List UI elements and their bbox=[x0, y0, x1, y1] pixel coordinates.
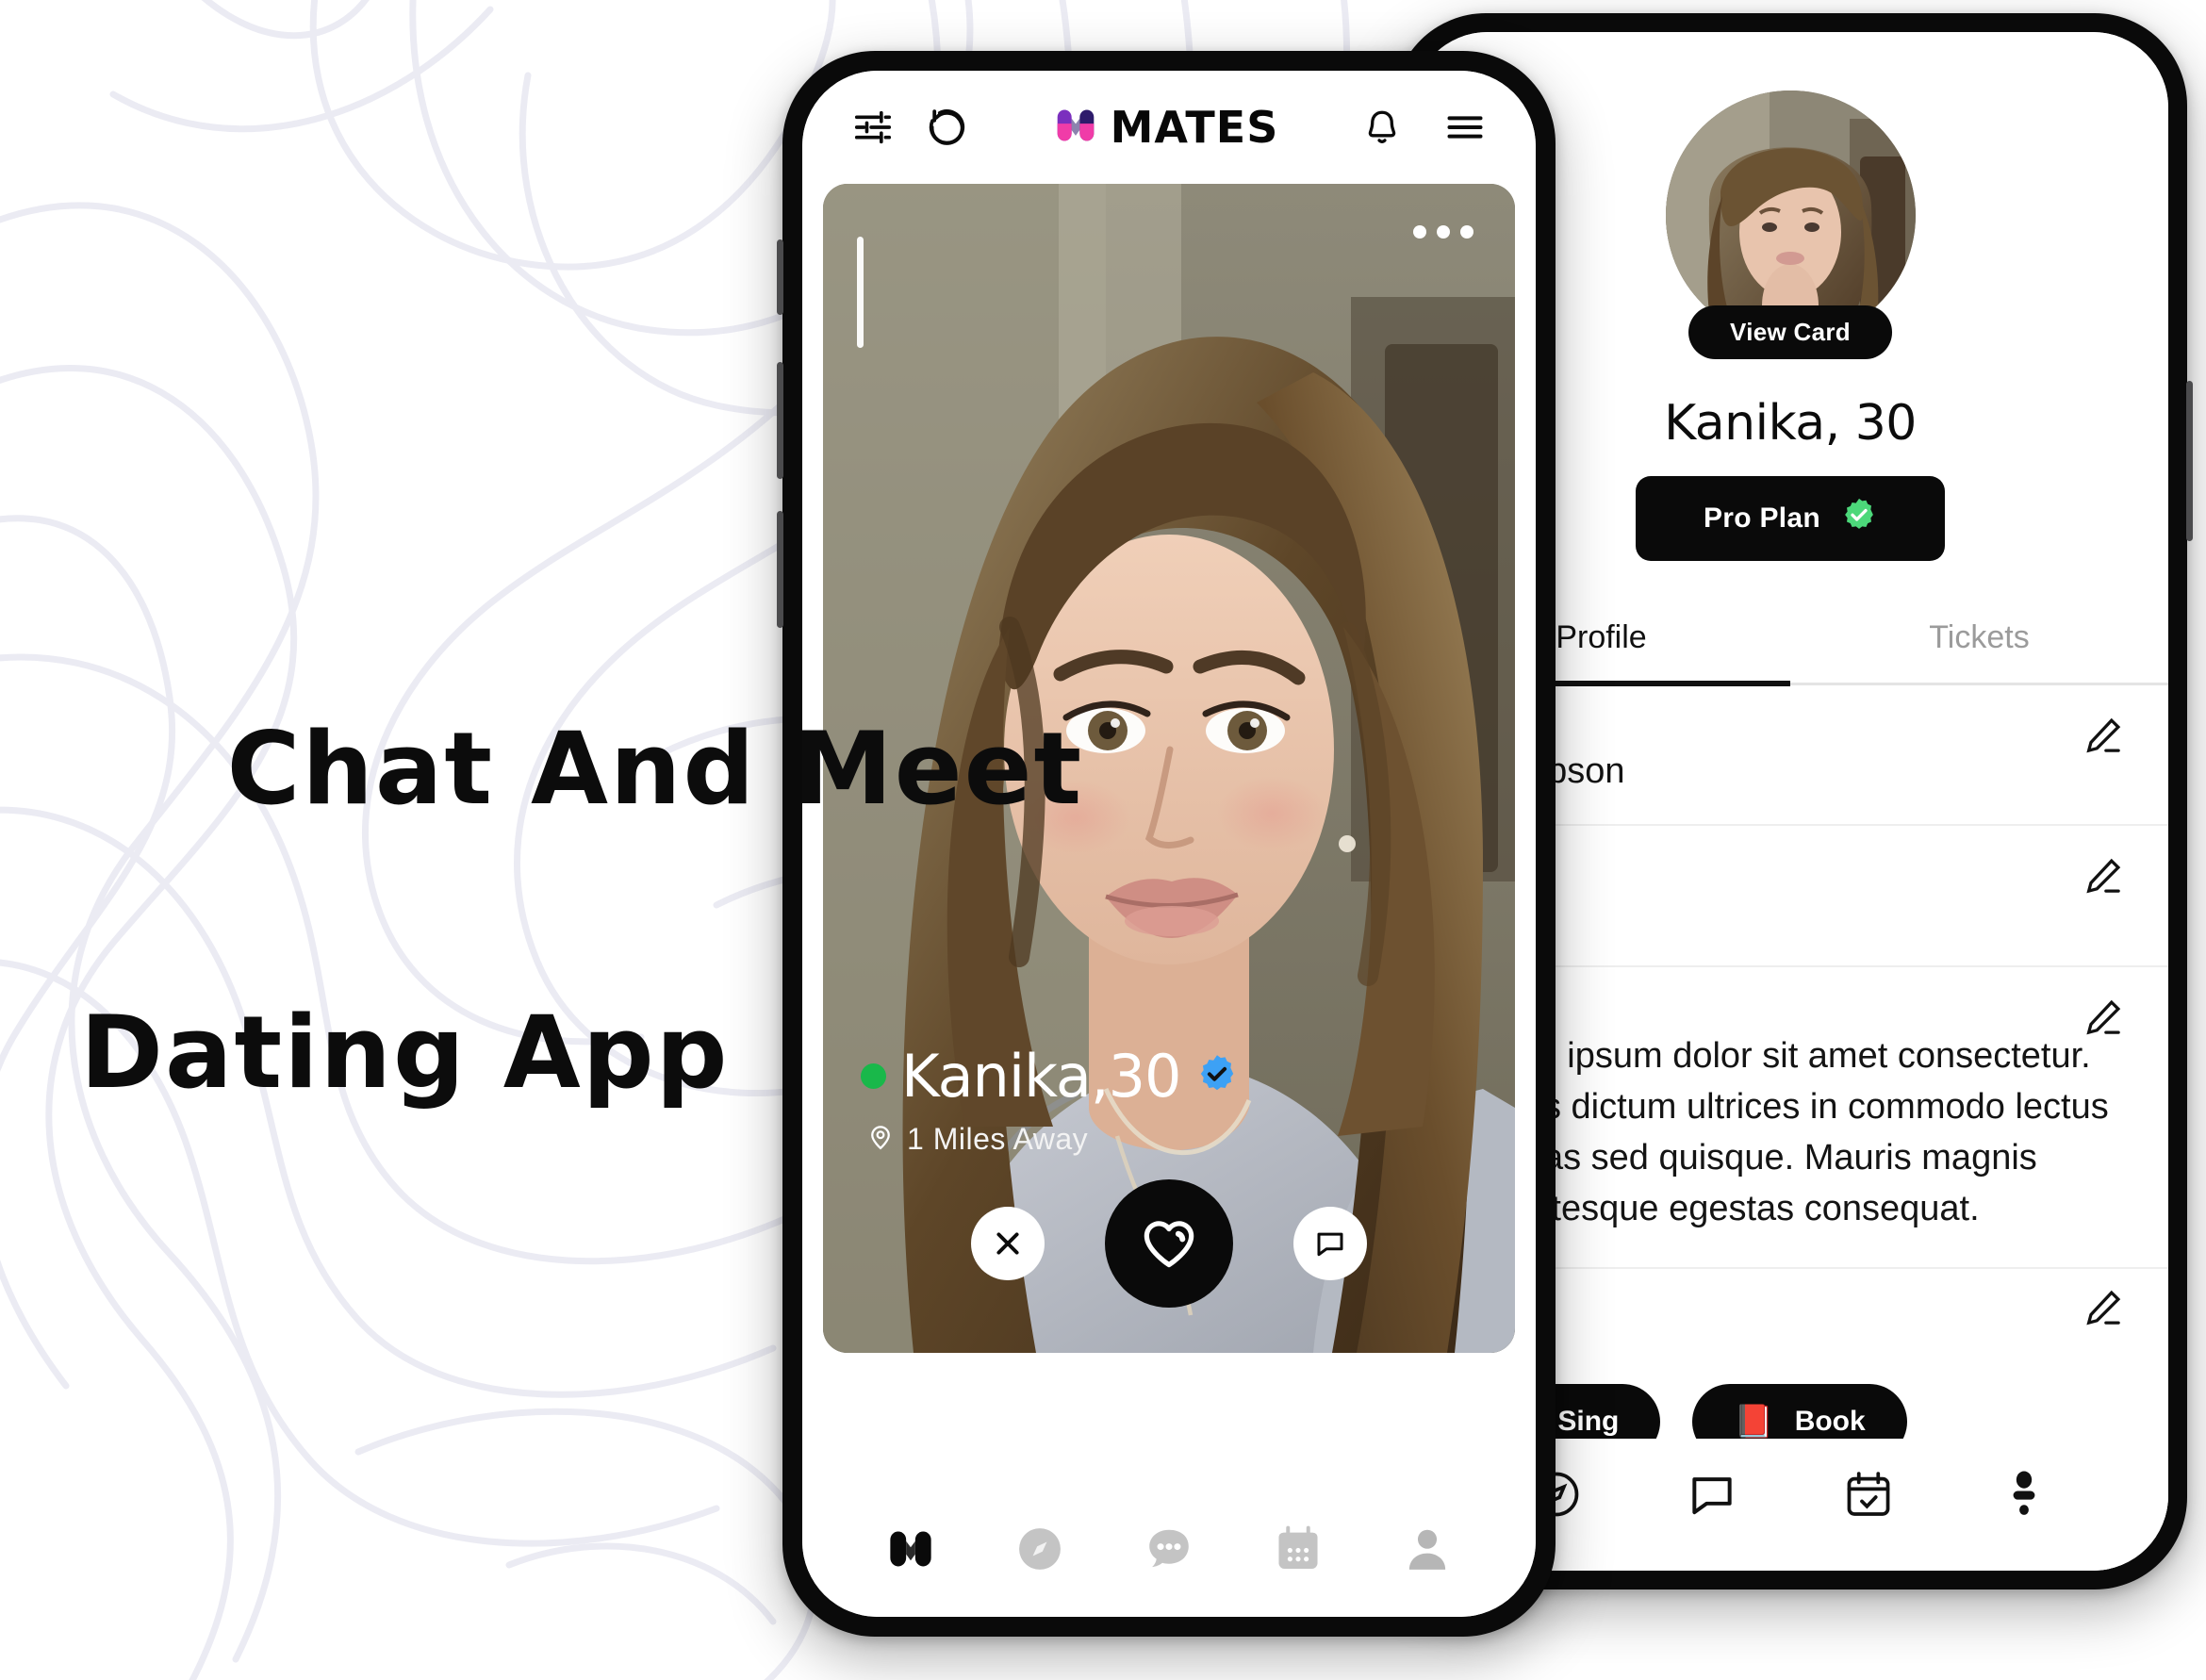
more-options-icon[interactable] bbox=[1413, 225, 1473, 239]
message-button[interactable] bbox=[1293, 1207, 1367, 1280]
profile-bio-text: Lorem ipsum dolor sit amet consectetur. … bbox=[1456, 1036, 2109, 1228]
like-button[interactable] bbox=[1105, 1179, 1233, 1308]
tab-events[interactable] bbox=[1264, 1515, 1332, 1583]
interest-chip-book-label: Book bbox=[1794, 1405, 1866, 1437]
power-button[interactable] bbox=[2186, 381, 2193, 541]
brand-lockup: MATES bbox=[976, 102, 1355, 154]
avatar-block: View Card bbox=[1665, 91, 1916, 359]
undo-icon[interactable] bbox=[921, 100, 976, 155]
edit-pencil-icon[interactable] bbox=[2082, 714, 2125, 762]
profile-field-name-value: Thompson bbox=[1456, 751, 2129, 792]
mute-switch-button[interactable] bbox=[777, 239, 783, 315]
header-actions bbox=[1355, 100, 1492, 155]
front-phone-bottom-nav bbox=[802, 1496, 1536, 1617]
view-card-button[interactable]: View Card bbox=[1688, 305, 1892, 359]
edit-pencil-icon[interactable] bbox=[2082, 1286, 2125, 1334]
avatar[interactable] bbox=[1665, 91, 1916, 340]
tab-profile[interactable] bbox=[1393, 1515, 1461, 1583]
avatar-image bbox=[1665, 91, 1916, 340]
tab-explore[interactable] bbox=[1006, 1515, 1074, 1583]
page-title: Chat And Meet Dating App bbox=[80, 556, 1083, 1408]
interest-chip-sing-label: Sing bbox=[1557, 1405, 1620, 1437]
tab-chats[interactable] bbox=[1678, 1460, 1746, 1528]
edit-pencil-icon[interactable] bbox=[2082, 996, 2125, 1044]
app-header: MATES bbox=[802, 71, 1536, 184]
tab-chats[interactable] bbox=[1135, 1515, 1203, 1583]
hamburger-menu-icon[interactable] bbox=[1438, 100, 1492, 155]
headline-line-1: Chat And Meet bbox=[226, 710, 1084, 827]
pro-plan-label: Pro Plan bbox=[1703, 502, 1821, 534]
mates-double-heart-logo bbox=[1052, 102, 1099, 154]
bell-icon[interactable] bbox=[1355, 100, 1409, 155]
book-icon: 📕 bbox=[1734, 1403, 1774, 1440]
tab-tickets[interactable]: Tickets bbox=[1790, 606, 2168, 683]
photo-progress-bar[interactable] bbox=[857, 237, 864, 348]
tab-events[interactable] bbox=[1835, 1460, 1902, 1528]
headline-line-2: Dating App bbox=[80, 994, 730, 1111]
tab-profile[interactable] bbox=[1990, 1460, 2058, 1528]
edit-pencil-icon[interactable] bbox=[2082, 854, 2125, 902]
sliders-icon[interactable] bbox=[846, 100, 900, 155]
poster-canvas: Chat And Meet Dating App View Card Kanik… bbox=[0, 0, 2206, 1680]
brand-name: MATES bbox=[1110, 102, 1279, 153]
verified-green-check-icon bbox=[1841, 497, 1877, 540]
tab-discover-hearts[interactable] bbox=[877, 1515, 945, 1583]
profile-name: Kanika, 30 bbox=[1664, 395, 1917, 452]
pro-plan-badge[interactable]: Pro Plan bbox=[1635, 476, 1946, 561]
verified-badge-icon bbox=[1196, 1053, 1238, 1099]
volume-up-button[interactable] bbox=[777, 362, 783, 479]
